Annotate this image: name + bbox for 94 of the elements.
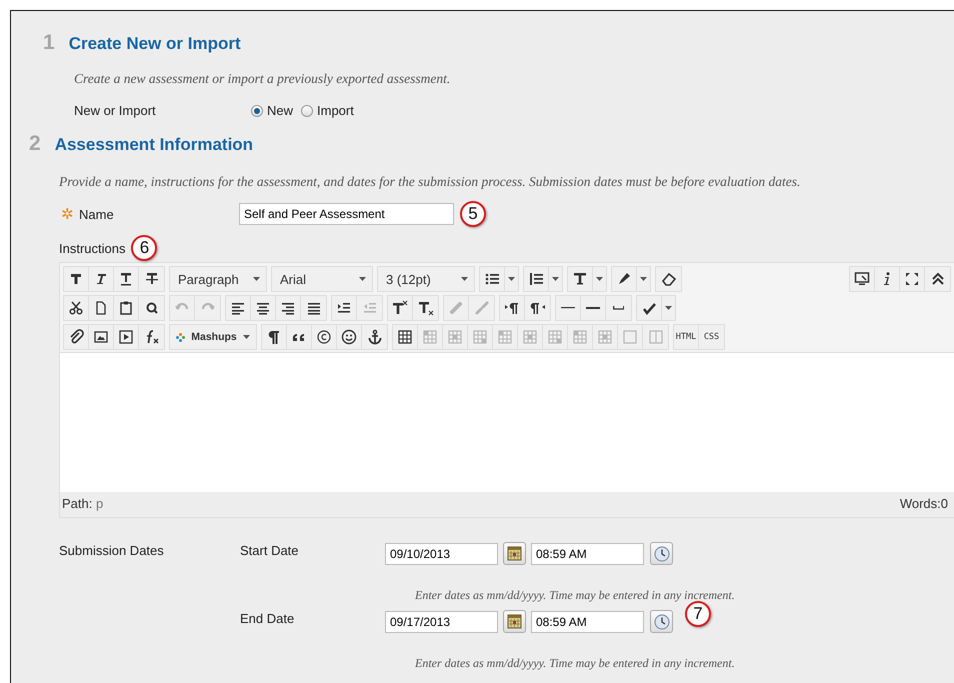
step-number: 1 [43, 31, 55, 55]
cut-icon [68, 300, 84, 316]
dots-icon [176, 332, 185, 342]
callout-number: 6 [131, 235, 158, 261]
table-grid-icon [547, 329, 563, 345]
radio-label: New [267, 103, 294, 118]
numbered-list-icon [528, 271, 544, 287]
date-label: Start Date [240, 543, 300, 560]
field-label: Submission Dates [59, 543, 165, 560]
calendar-icon [507, 546, 522, 561]
clock-icon [654, 546, 670, 562]
caret-icon [242, 335, 250, 339]
caret-icon [461, 277, 468, 281]
callout-number: 7 [685, 601, 711, 627]
copyright-icon [316, 329, 332, 345]
date-field[interactable]: 09/10/2013 [385, 542, 498, 564]
calendar-button[interactable] [503, 542, 526, 565]
columns-icon [648, 329, 664, 345]
table-grid-icon [472, 329, 488, 345]
caret-icon [552, 277, 559, 281]
dropdown[interactable]: 3 (12pt) [378, 267, 474, 291]
clipboard-icon [118, 300, 134, 316]
dropdown[interactable]: Arial [272, 267, 372, 291]
required-icon: ✲ [61, 205, 79, 223]
calendar-button[interactable] [503, 610, 526, 633]
date-field[interactable]: 09/17/2013 [385, 610, 498, 632]
radio-label: Import [317, 103, 354, 118]
date-label: End Date [240, 611, 296, 628]
marker-icon [616, 271, 632, 287]
mashups-dropdown[interactable]: Mashups [170, 325, 256, 349]
strikethrough-icon [144, 271, 160, 287]
table-grid-icon [572, 329, 588, 345]
time-field[interactable]: 08:59 AM [531, 542, 644, 564]
field-label: Name [79, 206, 115, 222]
step-number: 2 [29, 132, 41, 156]
clock-button[interactable] [650, 610, 673, 633]
clock-icon [654, 614, 670, 630]
source-button[interactable]: HTML [674, 325, 699, 349]
time-field[interactable]: 08:59 AM [531, 610, 644, 632]
pilcrow-icon [266, 329, 282, 345]
pilcrow-left-icon [530, 300, 546, 316]
bulleted-list-icon [484, 271, 500, 287]
radio-button[interactable] [301, 104, 314, 116]
caret-icon [665, 306, 672, 310]
underline-icon [118, 271, 134, 287]
section-hint: Provide a name, instructions for the assessment, and dates for the submission process. Submission dates must be before evaluation dates. [59, 174, 802, 190]
paperclip-icon [68, 329, 84, 345]
anchor-icon [366, 329, 382, 345]
film-icon [118, 329, 134, 345]
source-button[interactable]: CSS [699, 325, 724, 349]
clock-button[interactable] [650, 542, 673, 565]
monitor-icon [854, 271, 870, 287]
field-label: New or Import [74, 103, 157, 118]
table-grid-icon [447, 329, 463, 345]
image-icon [93, 329, 109, 345]
subscript-icon [418, 300, 434, 316]
superscript-icon [392, 300, 408, 316]
section-hint: Create a new assessment or import a previously exported assessment. [74, 71, 452, 87]
caret-icon [640, 277, 647, 281]
caret-icon [359, 277, 366, 281]
table-icon [397, 329, 413, 345]
thin-rule-icon [561, 307, 575, 309]
table-grid-icon [597, 329, 613, 345]
collapse-icon [930, 271, 946, 287]
justify-icon [306, 300, 322, 316]
caret-icon [596, 277, 603, 281]
caret-icon [508, 277, 515, 281]
pilcrow-right-icon [504, 300, 520, 316]
magnifier-icon [144, 300, 160, 316]
bold-icon [68, 271, 84, 287]
name-field[interactable]: Self and Peer Assessment [239, 203, 454, 225]
section-title: Assessment Information [54, 135, 254, 155]
smiley-icon [341, 329, 357, 345]
path-label: Path: p [62, 496, 104, 511]
date-hint: Enter dates as mm/dd/yyyy. Time may be entered in any increment. [415, 588, 735, 603]
space-icon [612, 306, 624, 310]
align-center-icon [255, 300, 271, 316]
caret-icon [253, 277, 260, 281]
table-grid-icon [522, 329, 538, 345]
calendar-icon [507, 614, 522, 629]
table-grid-icon [497, 329, 513, 345]
text-color-icon [572, 271, 588, 287]
section-title: Create New or Import [68, 34, 241, 54]
empty-square-icon [622, 329, 638, 345]
align-left-icon [230, 300, 246, 316]
field-label: Instructions [59, 240, 126, 256]
date-hint: Enter dates as mm/dd/yyyy. Time may be entered in any increment. [415, 656, 735, 671]
word-count: Words:0 [900, 496, 948, 511]
radio-button[interactable] [251, 104, 263, 116]
callout-number: 5 [460, 201, 486, 227]
table-grid-icon [422, 329, 438, 345]
dropdown[interactable]: Paragraph [170, 267, 266, 291]
fullscreen-icon [904, 271, 920, 287]
align-right-icon [280, 300, 296, 316]
